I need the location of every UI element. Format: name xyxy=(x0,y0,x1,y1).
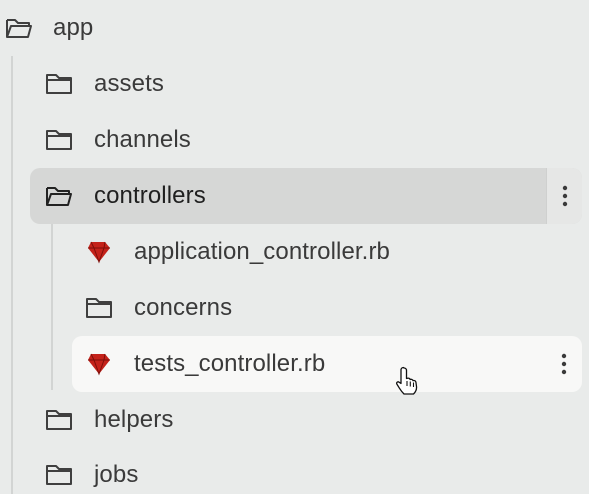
folder-open-icon xyxy=(4,13,34,43)
tree-item-label: concerns xyxy=(134,294,233,321)
tree-item-helpers[interactable]: helpers xyxy=(30,392,582,448)
tree-item-app[interactable]: app xyxy=(0,0,589,56)
folder-icon xyxy=(44,69,74,99)
folder-open-icon xyxy=(44,181,74,211)
file-tree: app assets channels controllers applicat… xyxy=(0,0,589,494)
tree-item-assets[interactable]: assets xyxy=(30,56,582,112)
tree-item-label: channels xyxy=(94,126,191,153)
more-options-button[interactable] xyxy=(546,336,582,392)
tree-item-channels[interactable]: channels xyxy=(30,112,582,168)
folder-icon xyxy=(44,405,74,435)
ruby-file-icon xyxy=(84,237,114,267)
tree-item-label: assets xyxy=(94,70,164,97)
tree-item-label: controllers xyxy=(94,182,206,209)
tree-item-jobs[interactable]: jobs xyxy=(30,448,582,494)
ruby-file-icon xyxy=(84,349,114,379)
tree-item-application-controller[interactable]: application_controller.rb xyxy=(72,224,582,280)
tree-item-tests-controller[interactable]: tests_controller.rb xyxy=(72,336,582,392)
tree-item-concerns[interactable]: concerns xyxy=(72,280,582,336)
folder-icon xyxy=(44,460,74,490)
tree-guide-line xyxy=(51,224,53,390)
tree-item-controllers[interactable]: controllers xyxy=(30,168,582,224)
tree-item-label: app xyxy=(53,14,94,41)
hand-pointer-cursor-icon xyxy=(396,366,418,395)
tree-item-label: application_controller.rb xyxy=(134,238,390,265)
more-options-button[interactable] xyxy=(546,168,582,224)
tree-item-label: tests_controller.rb xyxy=(134,350,326,377)
folder-icon xyxy=(84,293,114,323)
kebab-icon xyxy=(562,185,567,207)
tree-guide-line xyxy=(11,56,13,494)
folder-icon xyxy=(44,125,74,155)
tree-item-label: helpers xyxy=(94,406,174,433)
tree-item-label: jobs xyxy=(94,461,139,488)
kebab-icon xyxy=(561,353,567,375)
